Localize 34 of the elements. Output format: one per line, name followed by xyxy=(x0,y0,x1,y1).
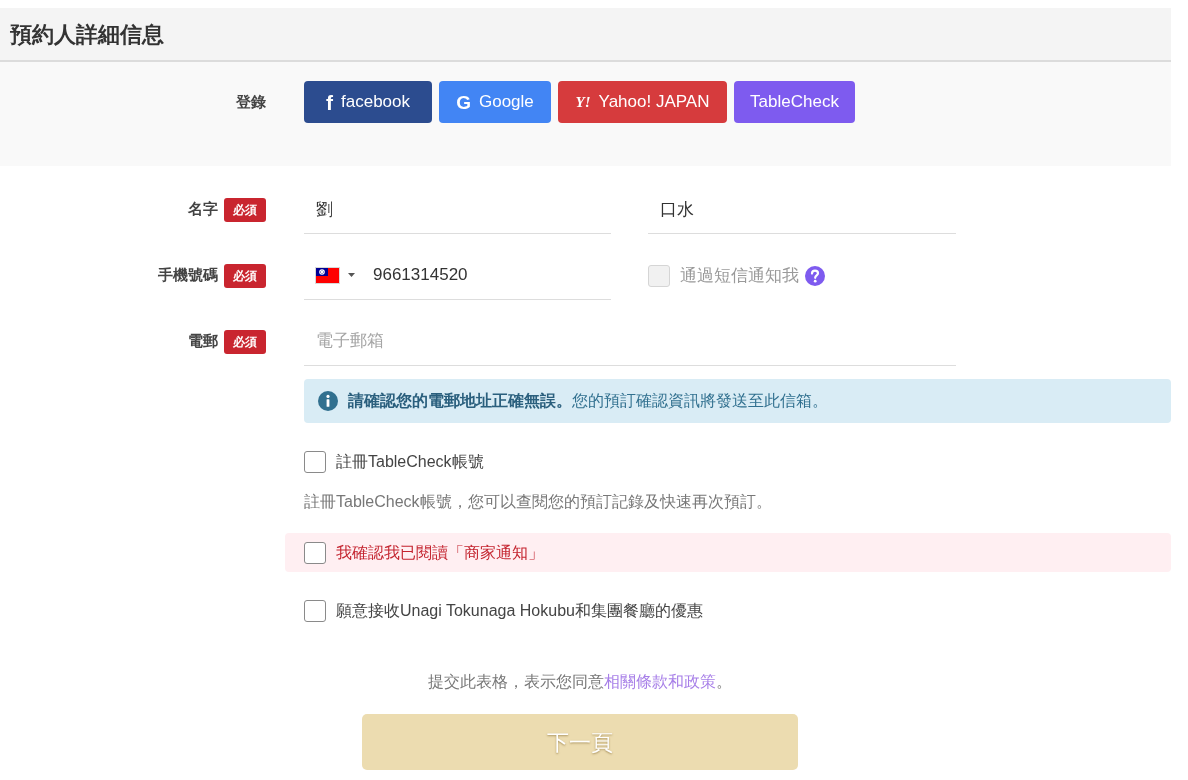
field-label: 電郵 xyxy=(188,331,218,352)
checkbox-label[interactable]: 我確認我已閱讀「商家通知」 xyxy=(336,540,544,565)
sms-option-label: 通過短信通知我 xyxy=(680,264,799,287)
logo-icon: Y! xyxy=(575,94,591,110)
checkbox[interactable] xyxy=(304,599,326,622)
required-badge: 必須 xyxy=(224,197,266,222)
logo-icon: f xyxy=(326,91,333,113)
checkbox[interactable] xyxy=(304,541,326,564)
required-badge: 必須 xyxy=(224,329,266,354)
caret-icon xyxy=(348,273,355,277)
logo-icon: G xyxy=(456,92,471,112)
terms-text: 提交此表格，表示您同意相關條款和政策。 xyxy=(428,672,732,692)
email-notice-text: 請確認您的電郵地址正確無誤。您的預訂確認資訊將發送至此信箱。 xyxy=(348,391,828,411)
last-name-field[interactable]: 口水 xyxy=(648,185,956,234)
section-title: 預約人詳細信息 xyxy=(10,20,164,49)
help-icon[interactable] xyxy=(805,265,825,286)
email-field[interactable]: 電子郵箱 xyxy=(304,317,956,366)
checkbox-label[interactable]: 註冊TableCheck帳號 xyxy=(336,449,484,474)
hint-text: 註冊TableCheck帳號，您可以查閱您的預訂記錄及快速再次預訂。 xyxy=(304,492,773,512)
login-button[interactable]: TableCheck xyxy=(734,81,855,123)
checkbox[interactable] xyxy=(304,450,326,473)
info-icon xyxy=(318,391,338,411)
first-name-field[interactable]: 劉 xyxy=(304,185,611,234)
login-label: 登錄 xyxy=(236,91,266,112)
login-button[interactable]: G Google xyxy=(439,81,551,123)
field-label: 手機號碼 xyxy=(158,265,218,286)
login-button[interactable]: f facebook xyxy=(304,81,432,123)
phone-field[interactable]: 9661314520 xyxy=(304,251,611,300)
required-badge: 必須 xyxy=(224,263,266,288)
field-label: 名字 xyxy=(188,199,218,220)
login-button[interactable]: Y! Yahoo! JAPAN xyxy=(558,81,727,123)
phone-number-input[interactable]: 9661314520 xyxy=(373,255,573,295)
checkbox-label[interactable]: 願意接收Unagi Tokunaga Hokubu和集團餐廳的優惠 xyxy=(336,598,703,623)
flag-icon xyxy=(315,266,340,284)
